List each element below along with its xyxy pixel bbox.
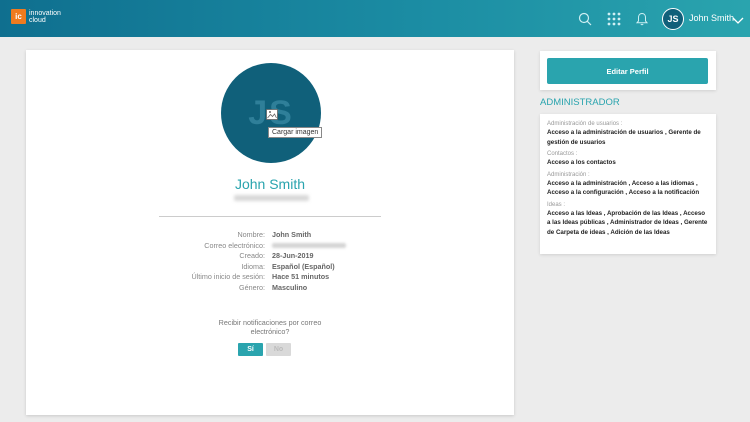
info-row-language: Idioma: Español (Español)	[26, 262, 514, 273]
image-upload-icon[interactable]	[266, 107, 278, 125]
chevron-down-icon[interactable]	[732, 13, 744, 31]
logo-mark: ic	[11, 9, 26, 24]
info-value-redacted	[272, 242, 346, 248]
logo-text-line1: innovation	[29, 9, 61, 17]
permission-group-value: Acceso a las Ideas , Aprobación de las I…	[547, 209, 708, 236]
info-label: Idioma:	[241, 261, 265, 271]
top-bar: ic innovation cloud JS John Smith	[0, 0, 750, 37]
profile-info-list: Nombre: John Smith Correo electrónico: C…	[26, 230, 514, 293]
user-name[interactable]: John Smith	[689, 13, 734, 23]
permission-group: Administración : Acceso a la administrac…	[547, 172, 709, 198]
logo-text: innovation cloud	[29, 10, 61, 24]
bell-icon[interactable]	[634, 11, 650, 27]
info-value: Hace 51 minutos	[272, 272, 330, 281]
profile-name: John Smith	[234, 176, 306, 192]
notifications-yes-button[interactable]: Sí	[238, 343, 263, 356]
info-value: Español (Español)	[272, 261, 335, 271]
info-label: Creado:	[239, 251, 265, 260]
divider	[159, 216, 381, 217]
upload-tooltip: Cargar imagen	[268, 127, 323, 138]
info-row-email: Correo electrónico:	[26, 241, 514, 252]
permission-group: Contactos : Acceso a los contactos	[547, 151, 709, 168]
info-row-name: Nombre: John Smith	[26, 230, 514, 241]
permission-group: Administración de usuarios : Acceso a la…	[547, 121, 709, 147]
notifications-no-button[interactable]: No	[266, 343, 291, 356]
permission-group-value: Acceso a los contactos	[547, 159, 616, 166]
permission-group-value: Acceso a la administración , Acceso a la…	[547, 179, 700, 197]
permission-group: Ideas : Acceso a las Ideas , Aprobación …	[547, 202, 709, 238]
admin-section-title: ADMINISTRADOR	[540, 97, 620, 108]
info-label: Correo electrónico:	[204, 240, 265, 250]
permission-group-label: Administración de usuarios :	[547, 121, 623, 127]
info-label: Último inicio de sesión:	[191, 272, 265, 281]
brand-logo[interactable]: ic innovation cloud	[11, 9, 61, 24]
permissions-card: Administración de usuarios : Acceso a la…	[540, 114, 716, 254]
profile-card: JS Cargar imagen John Smith Nombre: John…	[26, 50, 514, 415]
email-notifications-question: Recibir notificaciones por correo electr…	[218, 318, 322, 336]
permission-group-label: Ideas :	[547, 201, 566, 208]
edit-profile-card: Editar Perfil	[540, 51, 716, 90]
profile-email-redacted	[234, 195, 309, 201]
permission-group-label: Contactos :	[547, 151, 578, 157]
logo-text-line2: cloud	[29, 16, 46, 24]
edit-profile-button[interactable]: Editar Perfil	[547, 58, 708, 84]
info-label: Nombre:	[237, 230, 265, 239]
info-value: Masculino	[272, 282, 308, 292]
permission-group-label: Administración :	[547, 171, 590, 178]
apps-grid-icon[interactable]	[606, 11, 622, 27]
info-value: 28-Jun-2019	[272, 251, 314, 260]
user-avatar[interactable]: JS	[662, 8, 684, 30]
info-row-created: Creado: 28-Jun-2019	[26, 251, 514, 262]
info-label: Género:	[239, 282, 265, 292]
info-row-gender: Género: Masculino	[26, 283, 514, 294]
info-value: John Smith	[272, 230, 312, 239]
search-icon[interactable]	[577, 11, 593, 27]
permission-group-value: Acceso a la administración de usuarios ,…	[547, 129, 701, 146]
info-row-last-login: Último inicio de sesión: Hace 51 minutos	[26, 272, 514, 283]
